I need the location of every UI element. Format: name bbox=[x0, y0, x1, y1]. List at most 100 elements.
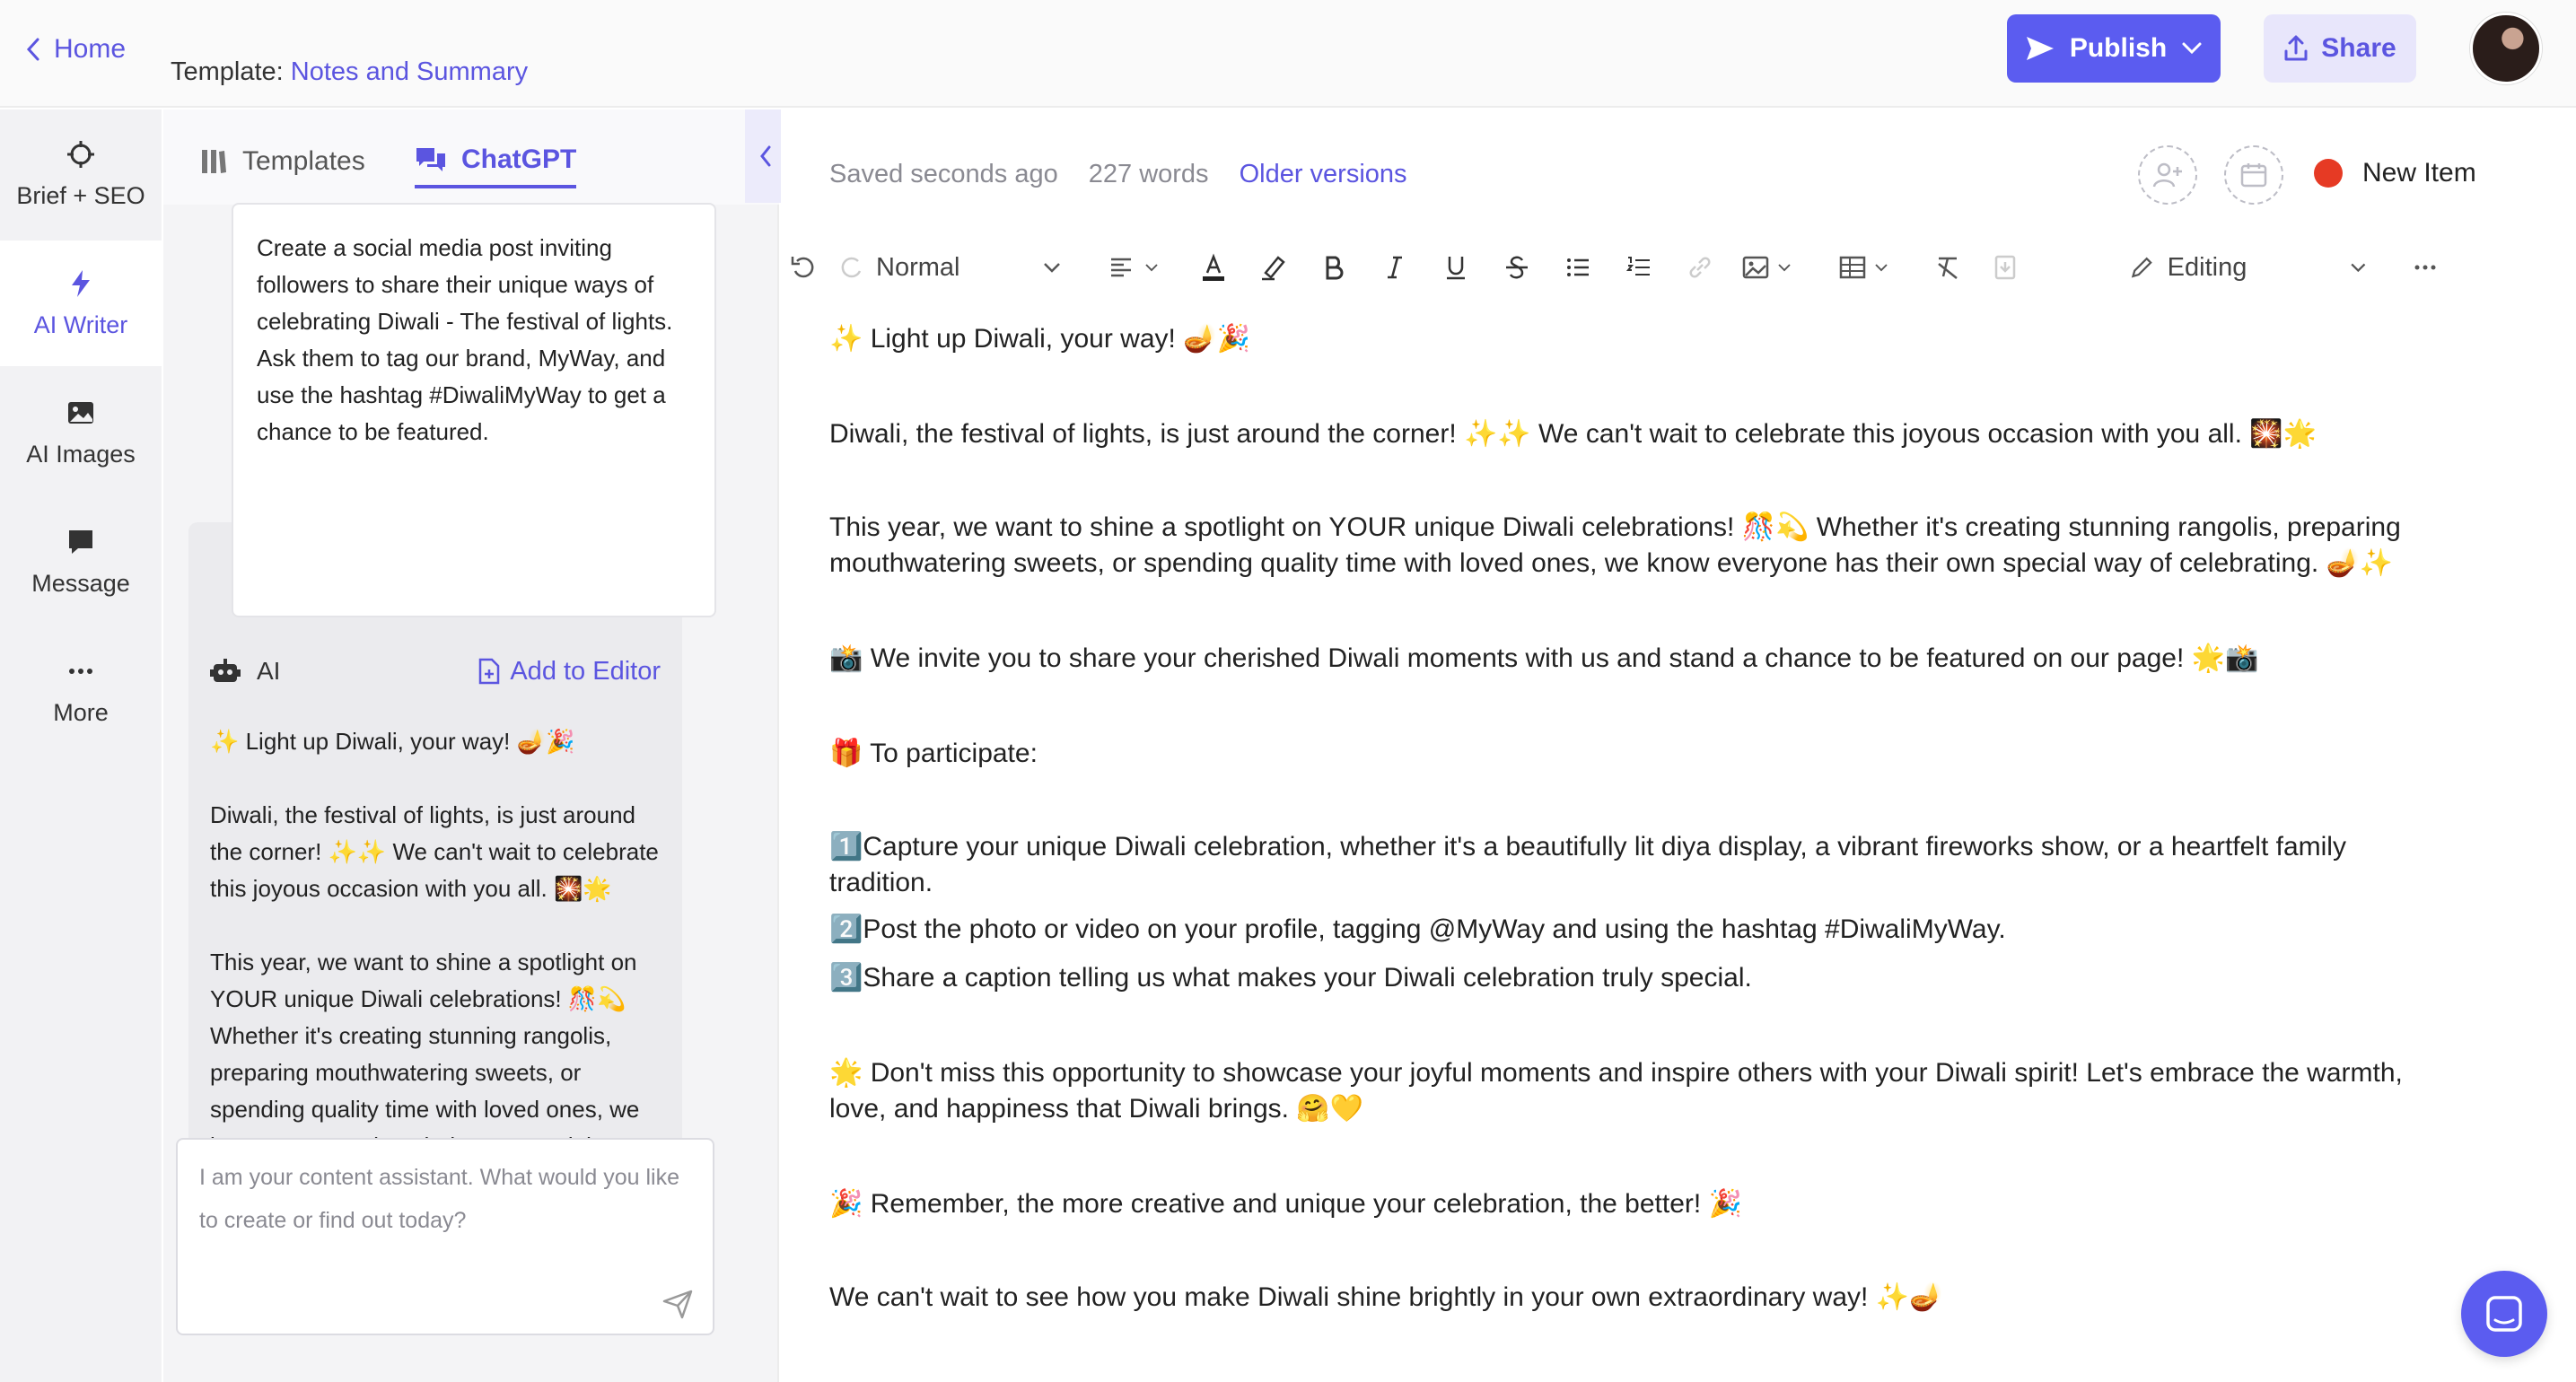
rail-item-label: AI Images bbox=[26, 440, 136, 468]
chevron-down-icon bbox=[1044, 263, 1060, 273]
chat-bubbles-icon bbox=[416, 148, 445, 171]
pencil-icon bbox=[2131, 257, 2152, 278]
user-avatar[interactable] bbox=[2470, 13, 2542, 84]
ai-response-paragraph: Diwali, the festival of lights, is just … bbox=[210, 801, 659, 902]
lightning-icon bbox=[72, 269, 90, 297]
rail-item-label: AI Writer bbox=[33, 311, 128, 338]
document-paragraph: 📸 We invite you to share your cherished … bbox=[829, 643, 2259, 673]
highlight-button[interactable] bbox=[1248, 241, 1298, 294]
chat-window-icon bbox=[2486, 1296, 2522, 1332]
editing-mode-select[interactable]: Editing bbox=[2129, 241, 2371, 294]
redo-button[interactable] bbox=[829, 241, 874, 294]
due-date-button[interactable] bbox=[2224, 145, 2283, 205]
tab-chatgpt[interactable]: ChatGPT bbox=[415, 135, 577, 188]
align-select[interactable] bbox=[1099, 241, 1170, 294]
rail-item-ai-writer[interactable]: AI Writer bbox=[0, 241, 162, 366]
underline-icon bbox=[1447, 257, 1465, 280]
chevron-down-icon bbox=[1145, 264, 1158, 272]
add-to-editor-button[interactable]: Add to Editor bbox=[478, 657, 661, 687]
rail-item-ai-images[interactable]: AI Images bbox=[0, 370, 162, 495]
document-paragraph: 🌟 Don't miss this opportunity to showcas… bbox=[829, 1058, 2403, 1124]
rail-item-more[interactable]: More bbox=[0, 628, 162, 754]
chevron-down-icon bbox=[1875, 264, 1888, 272]
assign-user-button[interactable] bbox=[2138, 145, 2197, 205]
calendar-icon bbox=[2240, 163, 2267, 188]
document-paragraph: 🎁 To participate: bbox=[829, 739, 1038, 768]
home-link[interactable]: Home bbox=[25, 34, 126, 65]
panel-tabs: Templates ChatGPT bbox=[163, 109, 779, 205]
document-meta: Saved seconds ago 227 words Older versio… bbox=[829, 160, 1407, 189]
italic-icon bbox=[1388, 256, 1402, 279]
older-versions-link[interactable]: Older versions bbox=[1240, 160, 1407, 189]
ai-response-paragraph: ✨ Light up Diwali, your way! 🪔🎉 bbox=[210, 728, 575, 755]
underline-button[interactable] bbox=[1431, 241, 1481, 294]
template-breadcrumb: Template: Notes and Summary bbox=[171, 57, 528, 87]
crosshair-icon bbox=[67, 140, 94, 168]
add-user-icon bbox=[2152, 162, 2182, 188]
undo-icon bbox=[791, 257, 814, 278]
more-options-button[interactable] bbox=[2400, 241, 2450, 294]
paragraph-style-value: Normal bbox=[876, 252, 960, 282]
more-dots-icon bbox=[69, 668, 92, 674]
chevron-down-icon bbox=[1778, 264, 1791, 272]
document-paragraph: 🎉 Remember, the more creative and unique… bbox=[829, 1189, 1742, 1219]
chevron-down-icon bbox=[2351, 263, 2366, 273]
table-icon bbox=[1839, 256, 1866, 279]
rail-item-label: More bbox=[53, 698, 109, 726]
clear-formatting-button[interactable] bbox=[1923, 241, 1973, 294]
item-status[interactable]: New Item bbox=[2314, 158, 2476, 188]
chevron-left-icon bbox=[26, 38, 39, 61]
chevron-down-icon bbox=[2182, 42, 2202, 55]
share-button[interactable]: Share bbox=[2264, 14, 2416, 83]
saved-status: Saved seconds ago bbox=[829, 160, 1058, 188]
send-icon bbox=[2026, 37, 2054, 60]
insert-image-select[interactable] bbox=[1732, 241, 1804, 294]
strikethrough-button[interactable] bbox=[1492, 241, 1542, 294]
link-icon bbox=[1689, 257, 1711, 278]
bullet-list-button[interactable] bbox=[1553, 241, 1603, 294]
rail-item-brief-seo[interactable]: Brief + SEO bbox=[0, 111, 162, 237]
support-chat-button[interactable] bbox=[2461, 1271, 2547, 1357]
home-label: Home bbox=[54, 34, 127, 64]
add-document-icon bbox=[479, 658, 500, 685]
publish-label: Publish bbox=[2069, 33, 2168, 63]
item-status-label: New Item bbox=[2362, 158, 2476, 188]
ai-response-card: AI Add to Editor ✨ Light up Diwali, your… bbox=[188, 522, 682, 1222]
document-list-item: 1️⃣Capture your unique Diwali celebratio… bbox=[829, 832, 2346, 897]
bullet-list-icon bbox=[1567, 258, 1589, 276]
send-icon[interactable] bbox=[662, 1289, 693, 1319]
document-list-item: 3️⃣Share a caption telling us what makes… bbox=[829, 963, 1752, 993]
message-icon bbox=[69, 529, 92, 554]
bold-button[interactable] bbox=[1309, 241, 1359, 294]
numbered-list-button[interactable] bbox=[1614, 241, 1664, 294]
paragraph-style-select[interactable]: Normal bbox=[869, 241, 1066, 294]
text-color-icon bbox=[1203, 253, 1224, 281]
chat-input[interactable]: I am your content assistant. What would … bbox=[176, 1138, 714, 1335]
text-color-button[interactable] bbox=[1188, 241, 1239, 294]
insert-table-select[interactable] bbox=[1829, 241, 1901, 294]
undo-button[interactable] bbox=[781, 241, 826, 294]
clear-format-icon bbox=[1938, 257, 1958, 279]
tab-label: ChatGPT bbox=[461, 144, 577, 174]
assistant-panel: Templates ChatGPT AI Add to Editor ✨ Lig… bbox=[163, 109, 786, 1382]
document-paragraph: Diwali, the festival of lights, is just … bbox=[829, 419, 2317, 449]
italic-button[interactable] bbox=[1370, 241, 1420, 294]
upload-icon bbox=[2284, 35, 2308, 61]
user-prompt-text: Create a social media post inviting foll… bbox=[257, 234, 673, 445]
insert-block-button[interactable] bbox=[1980, 241, 2030, 294]
user-prompt-card: Create a social media post inviting foll… bbox=[232, 203, 716, 617]
link-button[interactable] bbox=[1675, 241, 1725, 294]
rail-item-message[interactable]: Message bbox=[0, 499, 162, 625]
ai-label: AI bbox=[210, 657, 280, 686]
robot-icon bbox=[210, 659, 241, 682]
tab-templates[interactable]: Templates bbox=[199, 135, 365, 188]
align-left-icon bbox=[1111, 258, 1131, 277]
templates-icon bbox=[202, 150, 226, 173]
insert-block-icon bbox=[1994, 255, 2016, 280]
tab-label: Templates bbox=[242, 146, 365, 176]
status-dot bbox=[2314, 159, 2343, 188]
template-name-link[interactable]: Notes and Summary bbox=[291, 57, 528, 86]
template-prefix: Template: bbox=[171, 57, 284, 86]
publish-button[interactable]: Publish bbox=[2007, 14, 2221, 83]
add-to-editor-label: Add to Editor bbox=[510, 656, 661, 686]
